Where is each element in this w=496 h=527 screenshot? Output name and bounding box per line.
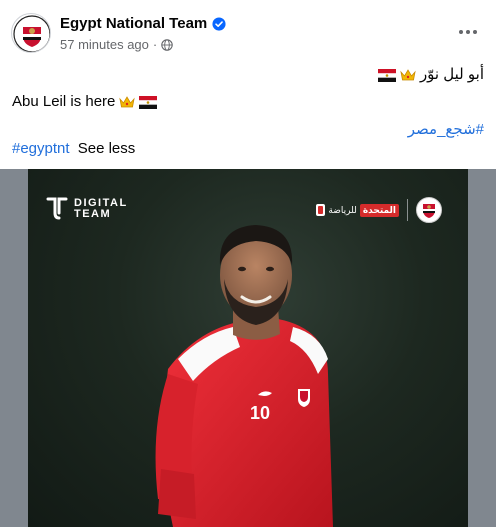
page-name-row: Egypt National Team <box>60 15 226 32</box>
sponsor-text: للرياضة <box>328 204 357 215</box>
efa-crest-icon <box>423 204 435 218</box>
crown-emoji <box>119 96 136 108</box>
sponsor-united-logo: المتحدة للرياضة <box>316 203 399 217</box>
digital-team-logo: DIGITAL TEAM <box>46 197 128 221</box>
post-media[interactable]: 10 DIGITAL TEAM المتحدة للرياضة <box>0 169 496 527</box>
sponsor-logos: المتحدة للرياضة <box>316 197 442 223</box>
english-caption-text: Abu Leil is here <box>12 93 116 110</box>
meta-separator: · <box>152 37 158 52</box>
jersey-number: 10 <box>250 403 270 423</box>
efa-logo-icon <box>13 15 50 52</box>
hashtag-row: #egyptnt See less <box>12 139 135 159</box>
english-caption: Abu Leil is here <box>12 92 158 112</box>
more-options-icon <box>459 30 477 34</box>
logo-divider <box>407 199 408 221</box>
logo-line-2: TEAM <box>74 208 112 220</box>
digital-team-mark-icon <box>46 197 68 220</box>
efa-badge-icon <box>416 197 442 223</box>
crown-emoji <box>400 69 416 81</box>
more-options-button[interactable] <box>450 20 486 44</box>
arabic-caption-text: أبو ليل نوّر <box>419 66 484 83</box>
globe-icon[interactable] <box>161 38 173 51</box>
hashtag-egyptnt[interactable]: #egyptnt <box>12 140 70 157</box>
timestamp[interactable]: 57 minutes ago <box>60 37 149 52</box>
player-photo[interactable]: 10 DIGITAL TEAM المتحدة للرياضة <box>28 169 468 527</box>
egypt-flag-emoji <box>139 95 158 109</box>
page-avatar[interactable] <box>11 13 51 53</box>
page-name[interactable]: Egypt National Team <box>60 15 207 32</box>
sponsor-brand: المتحدة <box>359 203 399 217</box>
hashtag-arabic[interactable]: #شجع_مصر <box>408 120 484 140</box>
digital-team-wordmark: DIGITAL TEAM <box>74 198 128 220</box>
post-header: Egypt National Team 57 minutes ago · <box>0 0 496 62</box>
see-less-button[interactable]: See less <box>78 140 136 157</box>
arabic-caption: أبو ليل نوّر <box>377 65 484 85</box>
post-meta: 57 minutes ago · <box>60 37 173 52</box>
egypt-flag-emoji <box>377 68 396 82</box>
sponsor-mark-icon <box>316 204 326 216</box>
verified-badge-icon <box>212 16 226 31</box>
